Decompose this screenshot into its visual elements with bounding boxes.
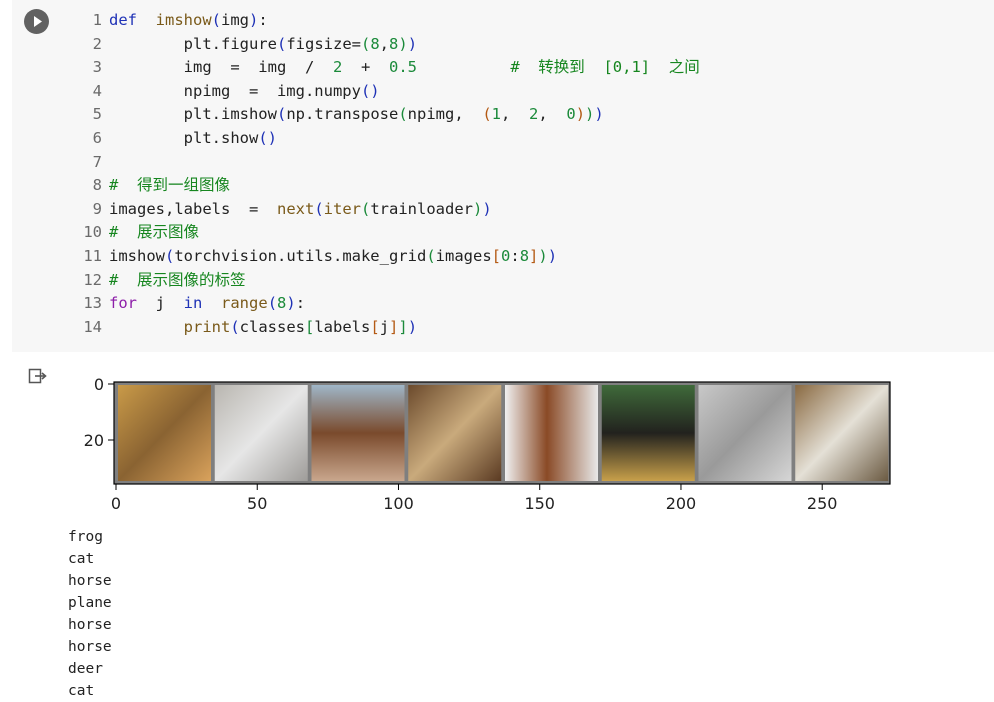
image-tile-cat [214, 385, 308, 481]
x-tick-label: 100 [383, 494, 414, 513]
line-number: 3 [92, 58, 102, 77]
code-text[interactable]: print(classes[labels[j]]) [109, 315, 417, 339]
line-number: 1 [92, 11, 102, 29]
code-line[interactable]: 7 [12, 150, 972, 174]
image-tile-horse [601, 385, 695, 481]
line-number: 11 [83, 247, 102, 265]
code-text[interactable]: plt.show() [109, 126, 277, 150]
code-text[interactable]: images,labels = next(iter(trainloader)) [109, 197, 492, 221]
code-text[interactable]: # 展示图像的标签 [109, 268, 246, 292]
code-line[interactable]: 11 imshow(torchvision.utils.make_grid(ima… [12, 244, 972, 268]
line-number: 12 [83, 270, 102, 289]
line-number: 6 [92, 129, 102, 147]
code-cell[interactable]: 1 def imshow(img): 2 plt.figure(figsize=(8… [12, 0, 994, 352]
image-tile-frog [118, 385, 211, 481]
line-number: 9 [92, 199, 102, 218]
line-number: 13 [83, 294, 102, 313]
image-tile-cat [795, 385, 889, 481]
output-line: cat [68, 551, 95, 567]
image-grid-plot: 0 50 100 150 200 250 0 20 [84, 375, 891, 513]
code-text[interactable]: # 得到一组图像 [109, 173, 230, 197]
image-tile-horse [505, 385, 598, 481]
output-line: plane [68, 595, 112, 611]
x-tick-label: 200 [666, 494, 697, 513]
line-number: 14 [83, 317, 102, 336]
image-tile-deer [698, 385, 792, 481]
code-line[interactable]: 10 # 展示图像 [12, 220, 972, 244]
code-line[interactable]: 5 plt.imshow(np.transpose(npimg, (1, 2, … [12, 102, 972, 126]
code-line[interactable]: 4 npimg = img.numpy() [12, 79, 972, 103]
code-line[interactable]: 6 plt.show() [12, 126, 972, 150]
line-number: 8 [92, 176, 102, 195]
code-line[interactable]: 2 plt.figure(figsize=(8,8)) [12, 32, 972, 56]
y-tick-label: 0 [94, 375, 104, 394]
code-text[interactable]: plt.imshow(np.transpose(npimg, (1, 2, 0)… [109, 102, 604, 126]
code-text[interactable]: npimg = img.numpy() [109, 79, 380, 103]
code-text[interactable]: img = img / 2 + 0.5 # 转换到 [0,1] 之间 [109, 55, 700, 79]
code-line[interactable]: 9 images,labels = next(iter(trainloader)) [12, 197, 972, 221]
code-text[interactable]: for j in range(8): [109, 291, 305, 315]
code-text[interactable]: plt.figure(figsize=(8,8)) [109, 32, 417, 56]
code-line[interactable]: 3 img = img / 2 + 0.5 # 转换到 [0,1] 之间 [12, 55, 972, 79]
x-tick-label: 250 [807, 494, 838, 513]
x-tick-label: 0 [111, 494, 121, 513]
image-tile-plane [408, 385, 502, 481]
code-line[interactable]: 12 # 展示图像的标签 [12, 268, 972, 292]
output-line: horse [68, 639, 112, 655]
code-text[interactable]: # 展示图像 [109, 220, 199, 244]
code-line[interactable]: 13 for j in range(8): [12, 291, 972, 315]
line-number: 7 [92, 152, 102, 171]
line-number: 2 [92, 34, 102, 53]
code-text[interactable]: imshow(torchvision.utils.make_grid(image… [109, 244, 557, 268]
print-output: frog cat horse plane horse horse deer cat [68, 526, 112, 702]
output-line: horse [68, 617, 112, 633]
image-tile-horse [311, 385, 405, 481]
code-text[interactable]: def imshow(img): [109, 8, 268, 32]
code-line[interactable]: 1 def imshow(img): [12, 8, 972, 32]
line-number: 5 [92, 105, 102, 124]
line-number: 4 [92, 81, 102, 100]
code-line[interactable]: 14 print(classes[labels[j]]) [12, 315, 972, 339]
x-tick-label: 50 [247, 494, 267, 513]
output-line: deer [68, 661, 103, 677]
x-tick-label: 150 [524, 494, 555, 513]
code-line[interactable]: 8 # 得到一组图像 [12, 173, 972, 197]
line-number: 10 [83, 223, 102, 242]
output-line: frog [68, 529, 103, 545]
output-line: cat [68, 683, 95, 699]
output-line: horse [68, 573, 112, 589]
y-tick-label: 20 [84, 431, 104, 450]
